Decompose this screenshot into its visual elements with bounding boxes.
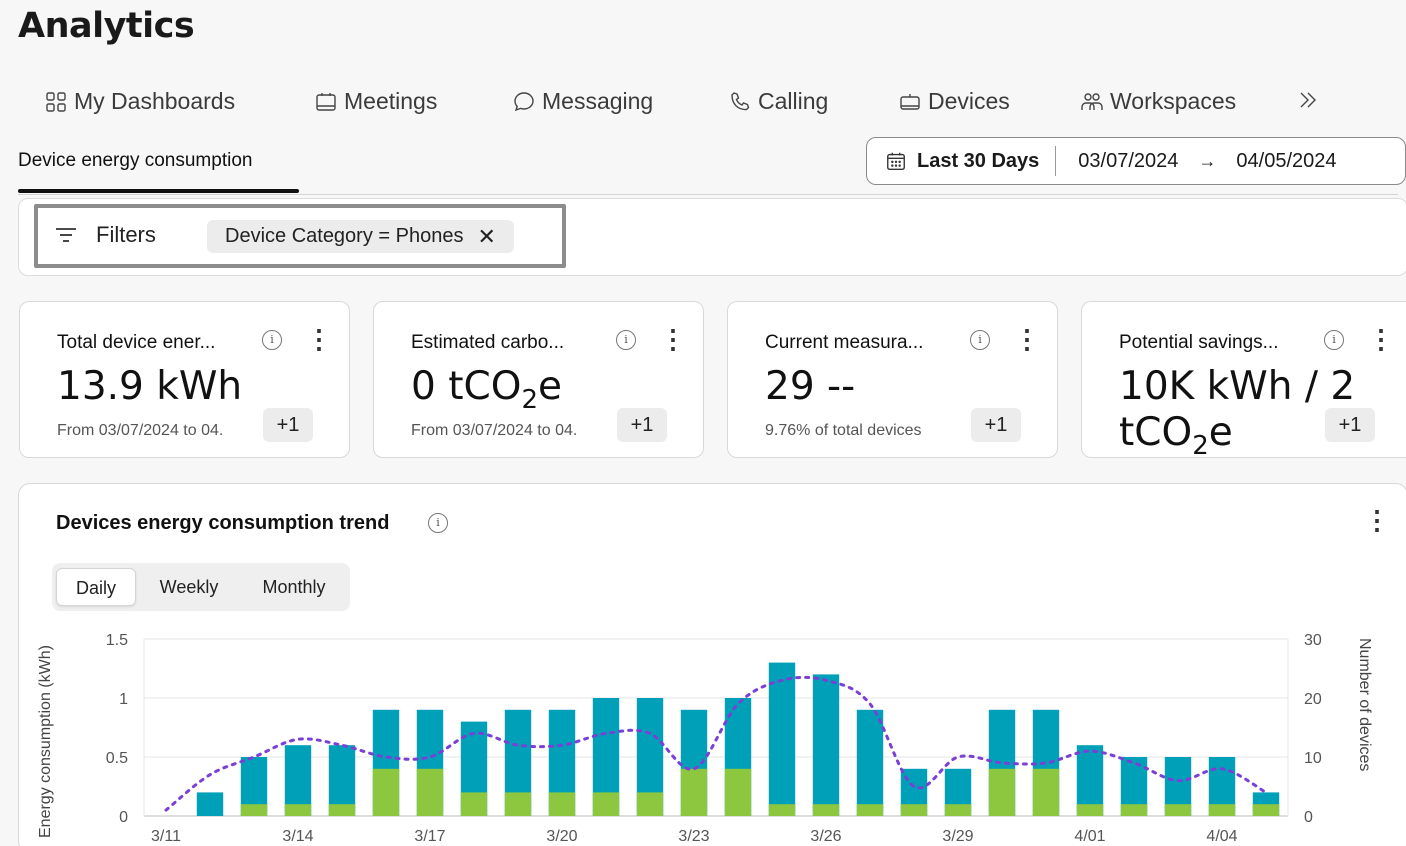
bar-green-4/05 <box>1252 804 1280 816</box>
bar-green-3/18 <box>460 792 488 816</box>
bar-green-3/29 <box>944 804 972 816</box>
y-tick-label: 1.5 <box>106 632 128 649</box>
bar-green-3/27 <box>856 804 884 816</box>
bar-green-4/04 <box>1208 804 1236 816</box>
bar-green-4/02 <box>1120 804 1148 816</box>
x-tick-label: 4/04 <box>1206 828 1237 845</box>
x-tick-label: 3/20 <box>546 828 577 845</box>
bar-green-3/20 <box>548 792 576 816</box>
bar-green-3/30 <box>988 768 1016 816</box>
bar-green-3/22 <box>636 792 664 816</box>
bar-green-3/25 <box>768 804 796 816</box>
bar-green-3/26 <box>812 804 840 816</box>
x-tick-label: 3/29 <box>942 828 973 845</box>
bar-green-3/21 <box>592 792 620 816</box>
bar-green-3/13 <box>240 804 268 816</box>
y-tick-label: 0.5 <box>106 750 128 767</box>
bar-green-4/03 <box>1164 804 1192 816</box>
bar-green-3/24 <box>724 768 752 816</box>
x-tick-label: 4/01 <box>1074 828 1105 845</box>
bar-green-3/23 <box>680 768 708 816</box>
bar-green-4/01 <box>1076 804 1104 816</box>
y2-tick-label: 10 <box>1304 750 1322 767</box>
x-tick-label: 3/23 <box>678 828 709 845</box>
bar-green-3/19 <box>504 792 532 816</box>
y-tick-label: 1 <box>119 691 128 708</box>
y2-tick-label: 0 <box>1304 809 1313 826</box>
bar-total-3/27 <box>856 709 884 816</box>
y2-tick-label: 30 <box>1304 632 1322 649</box>
energy-trend-chart: 0 0.5 1 1.5 0 10 20 30 3/11 3/14 3/17 3/20 3/23 3/26 3… <box>106 632 1322 845</box>
bar-green-3/28 <box>900 804 928 816</box>
bar-total-3/12 <box>196 792 224 816</box>
y2-tick-label: 20 <box>1304 691 1322 708</box>
x-tick-label: 3/11 <box>151 828 181 845</box>
bar-green-3/16 <box>372 768 400 816</box>
x-tick-label: 3/17 <box>414 828 445 845</box>
bar-total-3/25 <box>768 662 796 816</box>
bar-green-3/31 <box>1032 768 1060 816</box>
x-tick-label: 3/26 <box>810 828 841 845</box>
bar-green-3/17 <box>416 768 444 816</box>
y-tick-label: 0 <box>119 809 128 826</box>
bar-green-3/14 <box>284 804 312 816</box>
bar-green-3/15 <box>328 804 356 816</box>
bar-total-3/26 <box>812 674 840 816</box>
x-tick-label: 3/14 <box>282 828 313 845</box>
